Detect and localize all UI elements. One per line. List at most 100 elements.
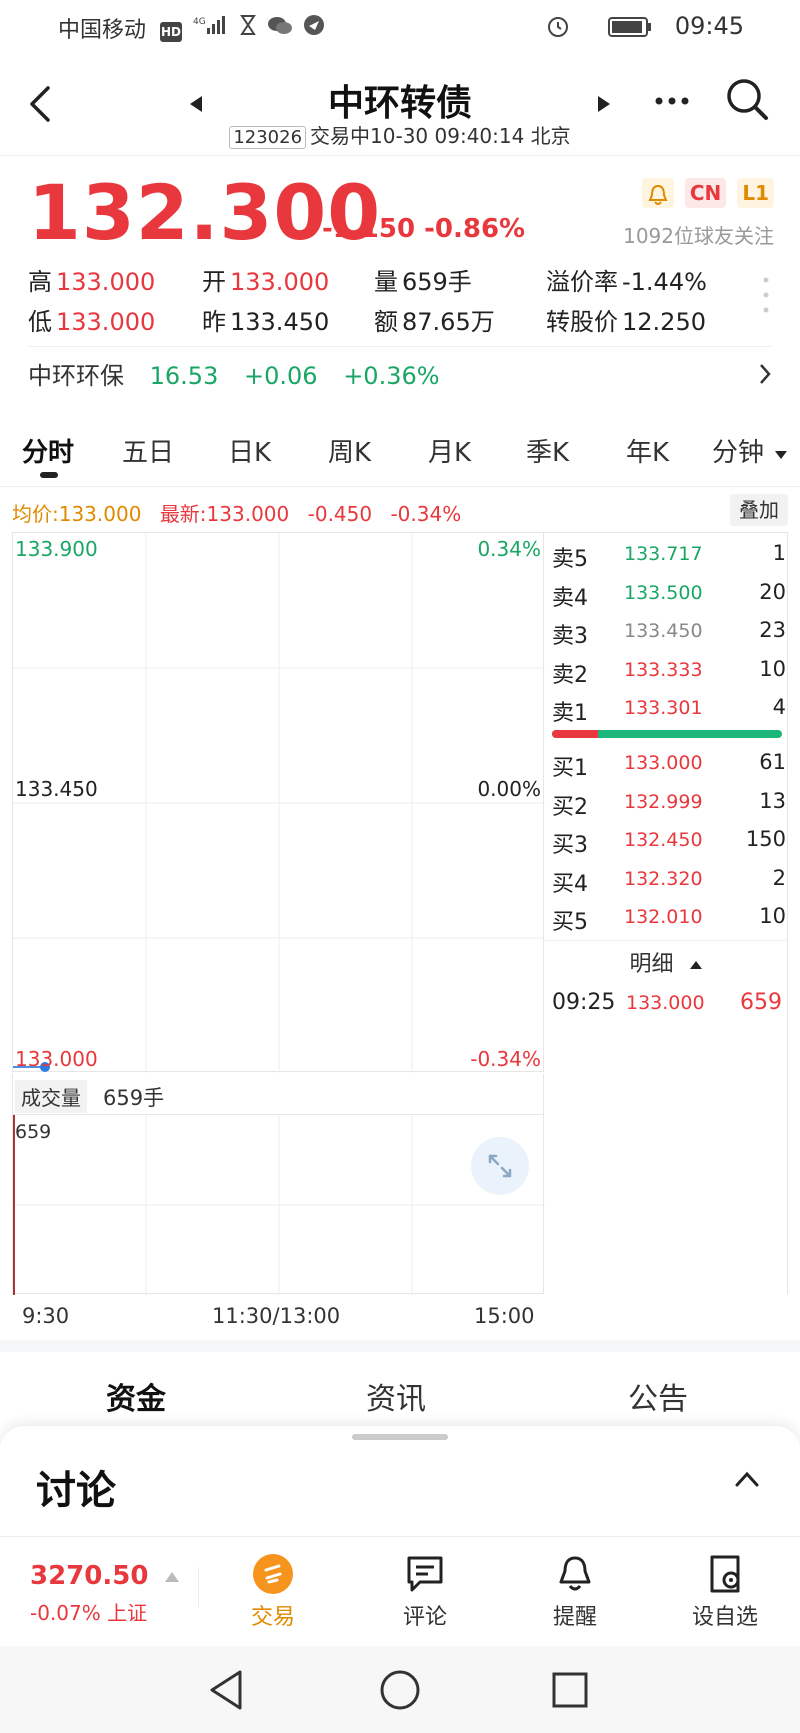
alert-button[interactable]: 提醒: [510, 1549, 640, 1631]
stat-label: 昨: [202, 308, 226, 336]
stat-item: 昨 133.450: [202, 302, 329, 337]
order-price: 133.301: [624, 697, 703, 719]
detail-toggle[interactable]: 明细: [544, 946, 788, 978]
status-icons: HD 4G: [160, 14, 326, 42]
stat-label: 额: [374, 308, 398, 336]
l1-tag[interactable]: L1: [737, 178, 774, 208]
battery-icon: [608, 16, 652, 42]
bid-row[interactable]: 买4 132.320 2: [552, 860, 786, 898]
index-ticker[interactable]: 3270.50 -0.07% 上证: [30, 1561, 180, 1626]
bid-row[interactable]: 买5 132.010 10: [552, 898, 786, 936]
ask-row[interactable]: 卖1 133.301 4: [552, 689, 786, 727]
order-level-name: 买1: [552, 756, 588, 781]
order-level-name: 买4: [552, 871, 588, 897]
stat-item: 量 659手: [374, 262, 472, 297]
tick-volume: 659: [740, 990, 782, 1015]
nav-recents-icon[interactable]: [550, 1670, 590, 1714]
more-icon[interactable]: [654, 92, 690, 111]
order-volume: 20: [759, 579, 786, 604]
bid-row[interactable]: 买1 133.000 61: [552, 744, 786, 782]
add-watchlist-button[interactable]: 设自选: [660, 1549, 790, 1631]
bid-row[interactable]: 买3 132.450 150: [552, 821, 786, 859]
status-bar: 中国移动 HD 4G 09:45: [0, 0, 800, 56]
bell-icon: [559, 1556, 591, 1591]
chevron-right-icon[interactable]: [758, 362, 772, 390]
wechat-icon: [267, 14, 293, 40]
pct-axis-mid: 0.00%: [477, 777, 541, 801]
chart-legend: 均价:133.000 最新:133.000 -0.450 -0.34%: [12, 498, 461, 527]
intraday-chart[interactable]: 133.900 133.450 133.000 0.34% 0.00% -0.3…: [12, 532, 545, 1073]
ask-row[interactable]: 卖3 133.450 23: [552, 612, 786, 650]
trade-label: 交易: [250, 1605, 295, 1630]
order-level-name: 买5: [552, 910, 588, 935]
order-volume: 23: [759, 618, 786, 642]
related-stock[interactable]: 中环环保 16.53 +0.06 +0.36%: [28, 356, 440, 391]
divider: [198, 1567, 199, 1607]
order-price: 133.450: [624, 620, 703, 642]
related-stock-price: 16.53: [149, 362, 219, 390]
order-price: 132.999: [624, 790, 703, 813]
order-volume: 10: [759, 656, 786, 681]
tab-quarterly-k[interactable]: 季K: [526, 432, 569, 469]
followers-count[interactable]: 1092位球友关注: [623, 220, 774, 249]
tab-minute-label: 分钟: [712, 438, 765, 468]
order-level-name: 卖3: [552, 624, 588, 649]
ask-row[interactable]: 卖4 133.500 20: [552, 574, 786, 612]
more-vertical-icon[interactable]: [762, 276, 770, 318]
discussion-sheet[interactable]: 讨论: [0, 1426, 800, 1536]
stat-value: 133.000: [56, 308, 156, 336]
stat-item: 转股价 12.250: [546, 302, 706, 337]
stat-value: 133.000: [230, 268, 330, 296]
expand-icon[interactable]: [471, 1137, 529, 1195]
index-name: 上证: [107, 1601, 148, 1625]
tab-weekly-k[interactable]: 周K: [328, 432, 371, 469]
tab-five-day[interactable]: 五日: [122, 432, 174, 469]
divider: [0, 486, 800, 487]
nav-back-icon[interactable]: [206, 1668, 246, 1716]
trade-button[interactable]: 交易: [208, 1549, 338, 1631]
comment-button[interactable]: 评论: [360, 1549, 490, 1631]
bid-row[interactable]: 买2 132.999 13: [552, 783, 786, 821]
trade-icon: [253, 1554, 293, 1594]
tab-monthly-k[interactable]: 月K: [428, 432, 471, 469]
hourglass-icon: [240, 14, 257, 40]
chart-grid: [13, 533, 545, 1073]
order-level-name: 买3: [552, 833, 588, 858]
bell-icon[interactable]: [641, 178, 674, 208]
volume-label[interactable]: 成交量: [15, 1080, 87, 1113]
ask-row[interactable]: 卖5 133.717 1: [552, 535, 786, 573]
stat-label: 转股价: [546, 308, 618, 336]
order-level-name: 卖1: [552, 701, 588, 726]
tab-yearly-k[interactable]: 年K: [626, 432, 669, 469]
tab-news[interactable]: 资讯: [366, 1374, 426, 1418]
nav-home-icon[interactable]: [378, 1668, 422, 1716]
alarm-icon: [546, 14, 570, 42]
order-price: 132.450: [624, 829, 703, 851]
sheet-handle[interactable]: [352, 1434, 448, 1440]
order-level-name: 买2: [552, 794, 588, 820]
tab-minute[interactable]: 分钟: [712, 432, 788, 469]
ask-row[interactable]: 卖2 133.333 10: [552, 651, 786, 689]
price-change: -1.150 -0.86%: [322, 214, 525, 244]
overlay-button[interactable]: 叠加: [730, 494, 788, 526]
triangle-up-icon: [164, 1572, 179, 1582]
stat-item: 低 133.000: [28, 302, 155, 337]
tab-daily-k[interactable]: 日K: [228, 432, 271, 469]
search-icon[interactable]: [724, 76, 770, 126]
cn-tag[interactable]: CN: [684, 178, 727, 208]
tab-announcements[interactable]: 公告: [628, 1374, 688, 1418]
chevron-up-icon[interactable]: [734, 1470, 760, 1492]
detail-label: 明细: [629, 952, 674, 977]
stat-item: 高 133.000: [28, 262, 155, 297]
comment-icon: [407, 1556, 443, 1592]
y-axis-mid: 133.450: [15, 777, 98, 801]
tab-intraday[interactable]: 分时: [22, 432, 74, 469]
next-stock-button[interactable]: [596, 94, 612, 118]
stat-label: 溢价率: [546, 268, 618, 296]
related-stock-name: 中环环保: [28, 362, 124, 390]
section-gap: [0, 1340, 800, 1352]
stat-value: 133.450: [230, 308, 330, 336]
related-stock-pct: +0.36%: [343, 362, 440, 390]
tab-capital[interactable]: 资金: [106, 1374, 166, 1418]
order-volume: 10: [759, 904, 786, 928]
